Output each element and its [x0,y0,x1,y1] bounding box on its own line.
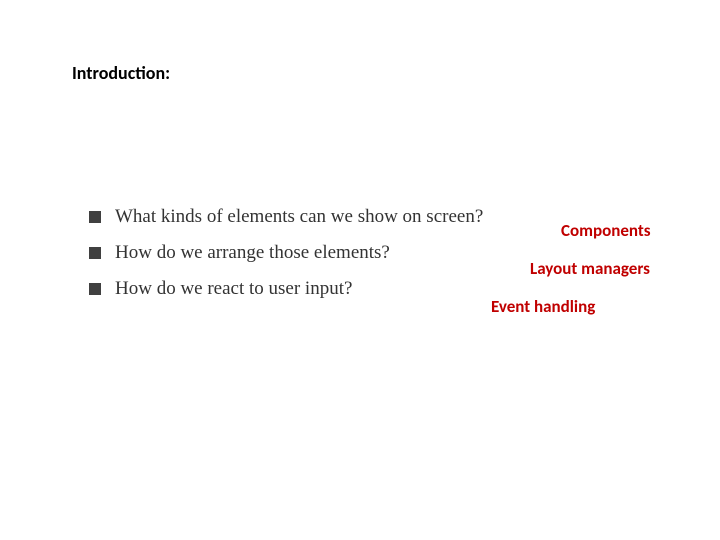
bullet-text: How do we react to user input? [115,278,352,300]
bullet-text: What kinds of elements can we show on sc… [115,206,483,228]
answer-label-event-handling: Event handling [491,296,595,317]
square-bullet-icon [89,247,101,259]
square-bullet-icon [89,283,101,295]
list-item: How do we react to user input? [89,278,483,300]
section-heading: Introduction: [72,62,170,84]
square-bullet-icon [89,211,101,223]
bullet-list: What kinds of elements can we show on sc… [89,206,483,314]
answer-label-components: Components [561,220,651,241]
list-item: What kinds of elements can we show on sc… [89,206,483,228]
list-item: How do we arrange those elements? [89,242,483,264]
answer-label-layout-managers: Layout managers [530,258,650,279]
bullet-text: How do we arrange those elements? [115,242,390,264]
